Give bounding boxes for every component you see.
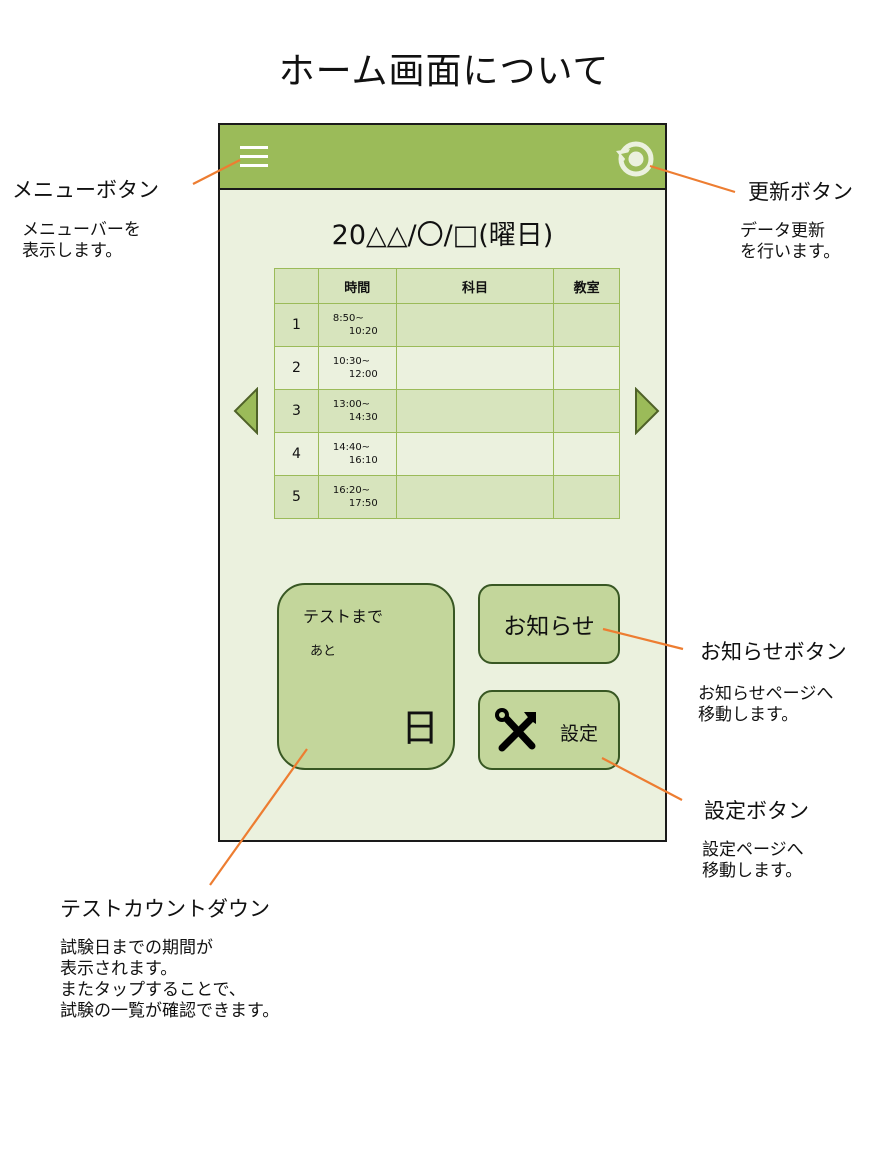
refresh-leader-line [649, 164, 736, 194]
menu-leader-line [192, 159, 241, 185]
countdown-leader-line [209, 748, 308, 886]
annotation-leader-lines [192, 159, 736, 886]
notice-leader-line [602, 627, 684, 651]
settings-leader-line [601, 757, 683, 801]
